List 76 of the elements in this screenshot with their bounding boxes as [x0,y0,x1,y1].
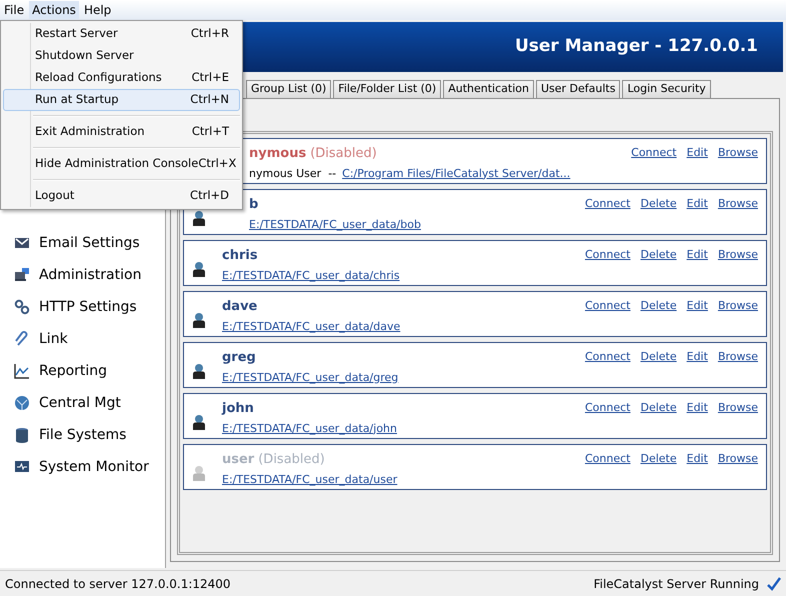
action-link[interactable]: Edit [686,298,708,314]
folder-path-link[interactable]: E:/TESTDATA/FC_user_data/bob [249,216,421,233]
person-icon [192,414,206,430]
database-icon [14,427,30,443]
action-link[interactable]: Delete [640,349,677,366]
tab[interactable]: User Defaults [536,80,620,98]
action-link[interactable]: Connect [584,298,630,314]
menu-item[interactable]: Logout Ctrl+D [3,185,240,207]
sidebar-item[interactable]: Reporting [39,360,108,382]
folder-path-link[interactable]: E:/TESTDATA/FC_user_data/john [222,420,397,437]
person-icon [192,261,206,277]
computer-icon [14,267,30,283]
tab[interactable]: Group List (0) [246,80,332,98]
person-icon [192,465,206,481]
user-name: user [222,451,254,469]
check-icon [767,576,781,590]
menu-item[interactable]: Restart Server Ctrl+R [3,23,240,45]
sidebar-item[interactable]: System Monitor [39,456,149,478]
user-name: nymous [249,145,306,163]
menu-title[interactable]: File [1,1,28,19]
disabled-label: (Disabled) [258,451,325,469]
tab[interactable]: Login Security [622,80,711,98]
action-link[interactable]: Edit [686,349,708,366]
action-link[interactable]: Browse [718,349,758,366]
sidebar-item[interactable]: Central Mgt [39,392,121,414]
user-type: nymous User -- [249,166,336,182]
action-link[interactable]: Edit [686,247,708,264]
menu-item[interactable]: Shutdown Server [3,45,240,67]
action-link[interactable]: Delete [640,196,677,212]
sidebar-item[interactable]: Link [39,328,68,350]
menu-title[interactable]: Actions [29,1,79,19]
action-link[interactable]: Edit [686,400,708,416]
user-name: john [222,400,254,418]
tab[interactable]: File/Folder List (0) [333,80,442,98]
action-link[interactable]: Connect [584,196,630,212]
action-link[interactable]: Delete [640,298,677,314]
action-link[interactable]: Edit [686,196,708,212]
person-icon [192,210,206,226]
sidebar-item[interactable]: File Systems [39,424,126,446]
folder-path-link[interactable]: E:/TESTDATA/FC_user_data/chris [222,268,400,284]
folder-path-link[interactable]: E:/TESTDATA/FC_user_data/greg [222,370,398,386]
person-icon [192,312,206,328]
sidebar-item[interactable]: Email Settings [39,232,140,254]
line-chart-icon [14,363,30,379]
sidebar-item[interactable]: Administration [39,264,142,286]
user-name: greg [222,349,256,367]
page-title: User Manager - 127.0.0.1 [514,35,758,58]
paperclip-icon [14,331,30,347]
connection-status: Connected to server 127.0.0.1:12400 [5,576,231,592]
action-link[interactable]: Connect [584,349,630,366]
disabled-label: (Disabled) [310,145,377,163]
action-link[interactable]: Browse [718,196,758,212]
chain-link-icon [14,299,30,315]
person-icon [192,363,206,379]
sidebar-item[interactable]: HTTP Settings [39,296,137,318]
globe-icon [14,395,30,411]
user-name: chris [222,247,258,265]
server-status: FileCatalyst Server Running [594,576,759,592]
user-name: dave [222,298,258,316]
action-link[interactable]: Connect [584,247,630,264]
folder-path-link[interactable]: E:/TESTDATA/FC_user_data/dave [222,318,400,335]
action-link[interactable]: Delete [640,400,677,416]
menu-item[interactable]: Reload Configurations Ctrl+E [3,67,240,89]
menu-title[interactable]: Help [80,1,114,19]
menu-item[interactable]: Run at Startup Ctrl+N [3,89,240,111]
action-link[interactable]: Delete [640,247,677,264]
tab[interactable]: Authentication [443,80,534,98]
menu-item[interactable]: Exit Administration Ctrl+T [3,121,240,143]
action-link[interactable]: Browse [718,400,758,416]
envelope-icon [14,235,30,251]
monitor-icon [14,459,30,475]
action-link[interactable]: Connect [584,400,630,416]
menu-item[interactable]: Hide Administration ConsoleCtrl+X [3,153,240,175]
user-name: b [249,196,258,214]
action-link[interactable]: Browse [718,298,758,314]
action-link[interactable]: Browse [718,247,758,264]
